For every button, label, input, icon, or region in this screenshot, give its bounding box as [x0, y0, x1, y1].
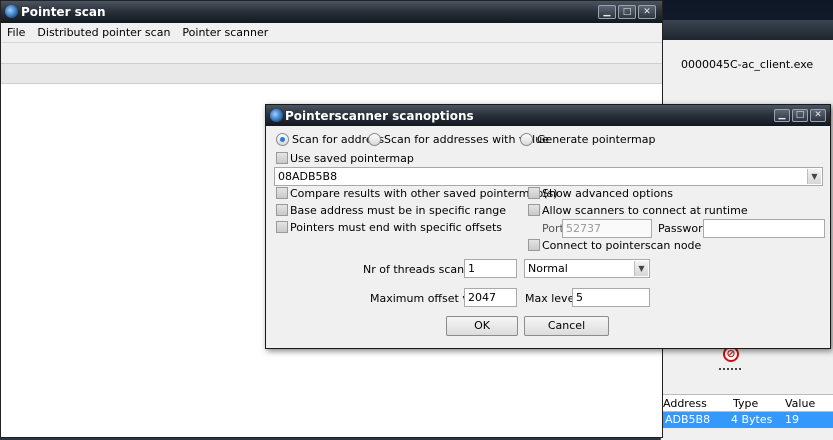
- ok-button[interactable]: OK: [446, 316, 518, 336]
- column-value[interactable]: Value: [785, 397, 815, 410]
- minimize-icon[interactable]: ▁: [598, 5, 616, 19]
- cancel-button[interactable]: Cancel: [524, 316, 609, 336]
- main-window-titlebar: [661, 20, 833, 40]
- toolbar-strip: [1, 43, 662, 64]
- close-icon[interactable]: ✕: [638, 5, 656, 19]
- max-level-label: Max level: [525, 292, 578, 305]
- max-offset-input[interactable]: 2047: [464, 288, 517, 307]
- checkbox-base-address-range[interactable]: [276, 204, 288, 216]
- allow-scanners-label[interactable]: Allow scanners to connect at runtime: [542, 204, 748, 217]
- password-label: Password: [658, 222, 710, 235]
- row-type: 4 Bytes: [731, 413, 773, 426]
- chevron-down-icon[interactable]: ▼: [634, 261, 648, 276]
- max-level-input[interactable]: 5: [572, 288, 650, 307]
- port-input[interactable]: 52737: [562, 219, 652, 238]
- row-address: ADB5B8: [665, 413, 711, 426]
- window-title: Pointer scan: [21, 5, 106, 19]
- minimize-icon[interactable]: ▁: [774, 109, 790, 122]
- connect-node-label[interactable]: Connect to pointerscan node: [542, 239, 701, 252]
- cheat-engine-icon: [5, 5, 18, 18]
- password-input[interactable]: [703, 219, 825, 238]
- priority-value: Normal: [528, 262, 568, 275]
- compare-results-label[interactable]: Compare results with other saved pointer…: [290, 187, 558, 200]
- radio-generate-pointermap[interactable]: [520, 133, 533, 146]
- chevron-down-icon[interactable]: ▼: [807, 169, 821, 184]
- splitter-handle[interactable]: [719, 368, 741, 370]
- radio-scan-for-value[interactable]: [368, 133, 381, 146]
- radio-scan-for-address[interactable]: [276, 133, 289, 146]
- checkbox-show-advanced[interactable]: [528, 187, 540, 199]
- use-saved-pointermap-label[interactable]: Use saved pointermap: [290, 152, 414, 165]
- close-icon[interactable]: ✕: [810, 109, 826, 122]
- maximize-icon[interactable]: □: [618, 5, 636, 19]
- column-address[interactable]: Address: [663, 397, 707, 410]
- column-type[interactable]: Type: [733, 397, 758, 410]
- checkbox-use-saved-pointermap[interactable]: [276, 152, 288, 164]
- table-row[interactable]: ADB5B8 4 Bytes 19: [661, 412, 833, 428]
- address-value: 08ADB5B8: [278, 170, 338, 183]
- scanoptions-dialog: Pointerscanner scanoptions ▁ □ ✕ Scan fo…: [265, 104, 831, 349]
- end-with-offsets-label[interactable]: Pointers must end with specific offsets: [290, 221, 502, 234]
- radio-generate-pointermap-label[interactable]: Generate pointermap: [537, 133, 655, 146]
- menu-file[interactable]: File: [1, 26, 31, 39]
- show-advanced-label[interactable]: Show advanced options: [542, 187, 673, 200]
- checkbox-end-with-offsets[interactable]: [276, 221, 288, 233]
- row-value: 19: [785, 413, 799, 426]
- checkbox-connect-node[interactable]: [528, 239, 540, 251]
- dialog-title: Pointerscanner scanoptions: [285, 109, 474, 123]
- priority-combobox[interactable]: Normal ▼: [524, 259, 650, 278]
- address-list-header: Address Type Value: [661, 394, 833, 412]
- results-header: [1, 64, 662, 84]
- base-address-range-label[interactable]: Base address must be in specific range: [290, 204, 506, 217]
- process-label: 0000045C-ac_client.exe: [681, 58, 814, 71]
- threads-input[interactable]: 1: [464, 259, 517, 278]
- pointer-scan-titlebar[interactable]: Pointer scan ▁ □ ✕: [1, 1, 662, 23]
- dialog-titlebar[interactable]: Pointerscanner scanoptions ▁ □ ✕: [266, 105, 830, 126]
- menu-pointer-scanner[interactable]: Pointer scanner: [176, 26, 274, 39]
- port-label: Port: [542, 222, 564, 235]
- menu-bar: File Distributed pointer scan Pointer sc…: [1, 23, 662, 43]
- maximize-icon[interactable]: □: [792, 109, 808, 122]
- cheat-engine-icon: [270, 109, 283, 122]
- menu-distributed-pointer-scan[interactable]: Distributed pointer scan: [31, 26, 176, 39]
- checkbox-allow-scanners[interactable]: [528, 204, 540, 216]
- address-combobox[interactable]: 08ADB5B8 ▼: [274, 167, 823, 186]
- checkbox-compare-results[interactable]: [276, 187, 288, 199]
